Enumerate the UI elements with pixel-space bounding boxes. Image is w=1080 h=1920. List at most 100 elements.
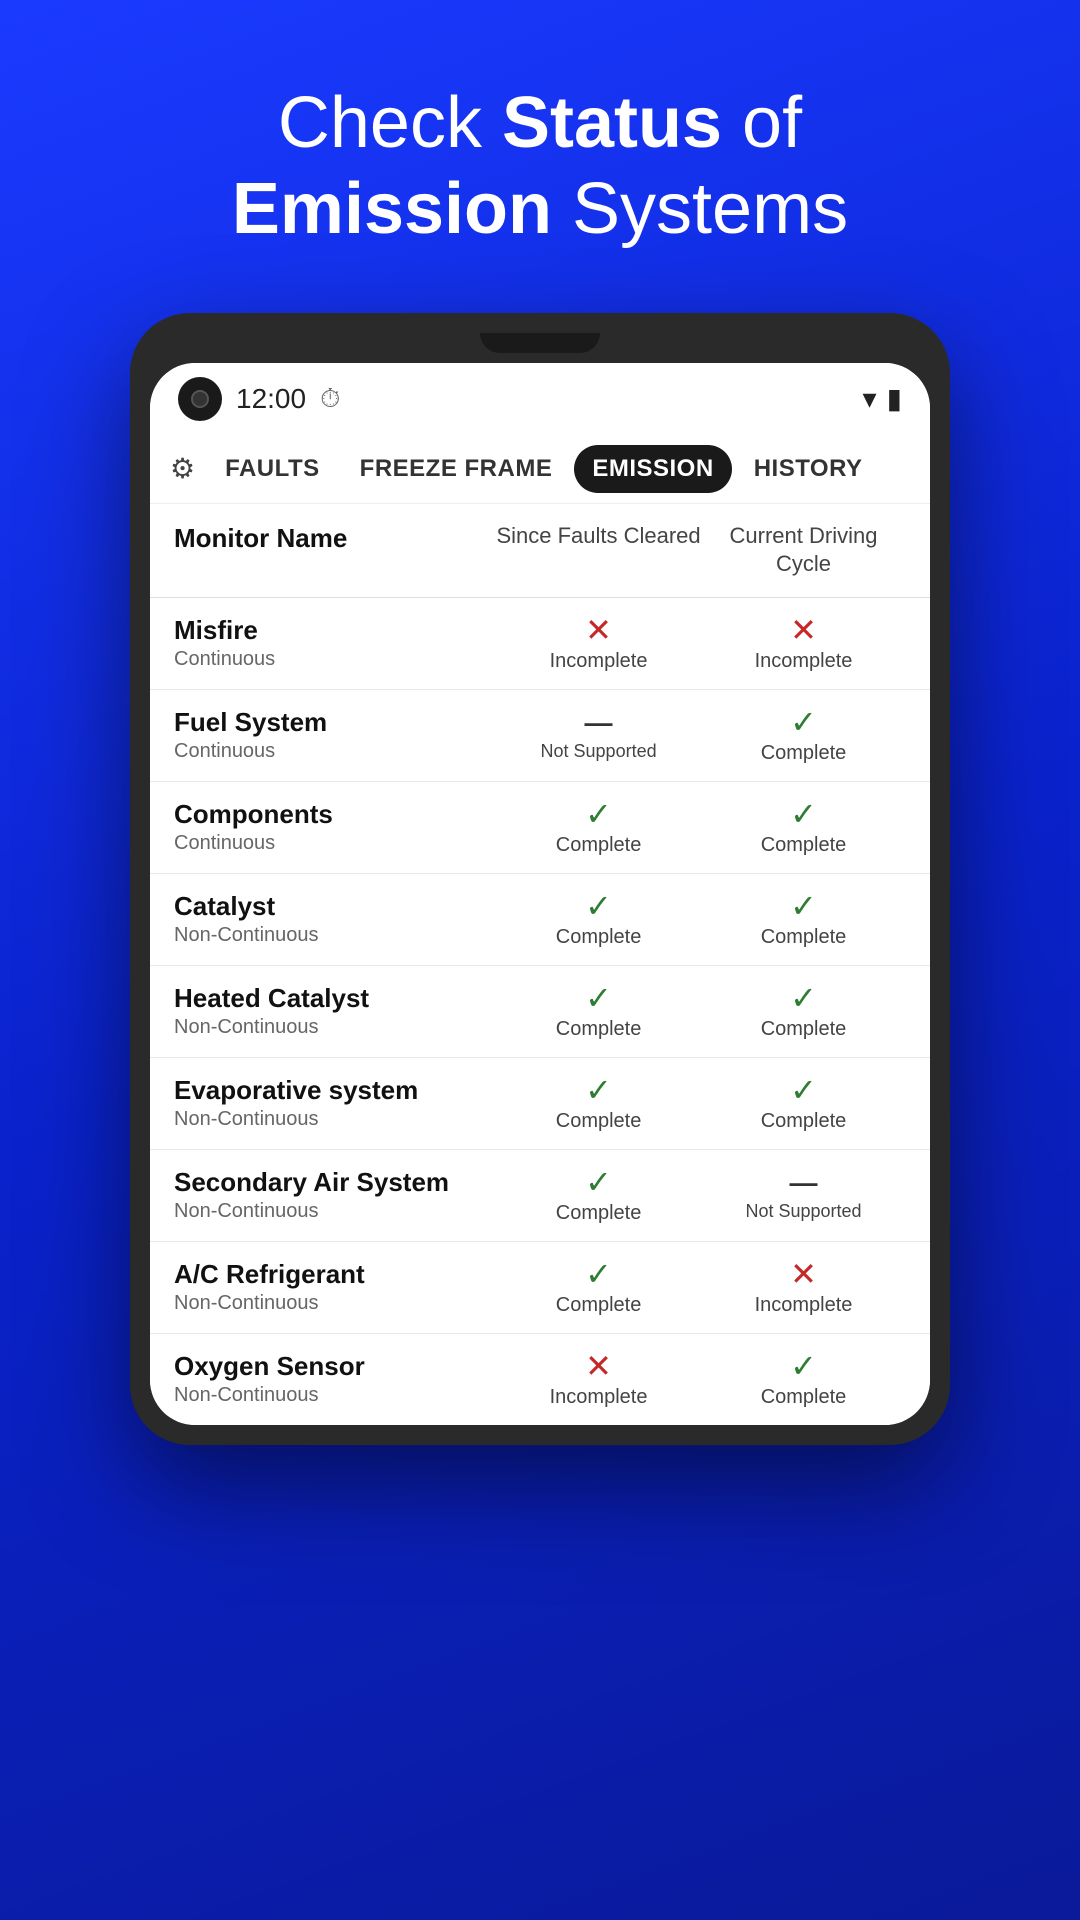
status-cell-driving-cycle: ✓ Complete	[701, 706, 906, 765]
status-label: Complete	[761, 926, 847, 949]
status-label: Complete	[761, 1018, 847, 1041]
status-cell-since-faults: ✓ Complete	[496, 1166, 701, 1225]
monitor-type: Non-Continuous	[174, 1292, 496, 1315]
complete-icon: ✓	[790, 890, 817, 922]
status-cell-driving-cycle: ✕ Incomplete	[701, 1258, 906, 1317]
status-cell-driving-cycle: ✓ Complete	[701, 890, 906, 949]
col-header-monitor: Monitor Name	[174, 522, 496, 579]
monitor-info: Fuel System Continuous	[174, 707, 496, 763]
phone-mockup: 12:00 ⏱ ▾ ▮ ⚙ Faults Freeze Frame Emissi…	[130, 313, 950, 1445]
table-header: Monitor Name Since Faults Cleared Curren…	[150, 504, 930, 598]
complete-icon: ✓	[585, 982, 612, 1014]
status-cell-since-faults: ✓ Complete	[496, 890, 701, 949]
table-row: Heated Catalyst Non-Continuous ✓ Complet…	[150, 966, 930, 1058]
phone-notch	[480, 333, 600, 353]
status-cell-driving-cycle: — Not Supported	[701, 1169, 906, 1222]
status-cell-driving-cycle: ✓ Complete	[701, 1074, 906, 1133]
hero-section: Check Status of Emission Systems	[172, 0, 908, 313]
monitor-name: Oxygen Sensor	[174, 1351, 496, 1382]
monitor-type: Continuous	[174, 740, 496, 763]
monitor-info: Components Continuous	[174, 799, 496, 855]
monitor-name: Misfire	[174, 615, 496, 646]
status-bar-left: 12:00 ⏱	[178, 377, 340, 421]
monitor-name: A/C Refrigerant	[174, 1259, 496, 1290]
complete-icon: ✓	[790, 706, 817, 738]
status-cell-since-faults: ✓ Complete	[496, 1258, 701, 1317]
tab-emission[interactable]: Emission	[574, 445, 731, 493]
incomplete-icon: ✕	[790, 614, 817, 646]
tab-freeze-frame[interactable]: Freeze Frame	[342, 445, 571, 493]
status-cell-since-faults: — Not Supported	[496, 709, 701, 762]
monitor-info: Heated Catalyst Non-Continuous	[174, 983, 496, 1039]
monitor-info: Secondary Air System Non-Continuous	[174, 1167, 496, 1223]
obd-icon: ⚙	[170, 452, 195, 485]
table-row: Components Continuous ✓ Complete ✓ Compl…	[150, 782, 930, 874]
monitor-info: Evaporative system Non-Continuous	[174, 1075, 496, 1131]
monitor-type: Continuous	[174, 832, 496, 855]
status-cell-since-faults: ✓ Complete	[496, 982, 701, 1041]
complete-icon: ✓	[790, 982, 817, 1014]
status-label: Incomplete	[755, 650, 853, 673]
status-bar-right: ▾ ▮	[863, 382, 902, 415]
status-cell-driving-cycle: ✓ Complete	[701, 798, 906, 857]
alarm-icon: ⏱	[320, 383, 340, 415]
status-cell-since-faults: ✕ Incomplete	[496, 1350, 701, 1409]
monitor-type: Non-Continuous	[174, 924, 496, 947]
incomplete-icon: ✕	[790, 1258, 817, 1290]
table-row: Secondary Air System Non-Continuous ✓ Co…	[150, 1150, 930, 1242]
status-label: Complete	[556, 1018, 642, 1041]
emission-table: Monitor Name Since Faults Cleared Curren…	[150, 504, 930, 1425]
status-label: Not Supported	[541, 741, 657, 762]
camera-icon	[178, 377, 222, 421]
not-supported-icon: —	[585, 709, 613, 737]
table-row: Evaporative system Non-Continuous ✓ Comp…	[150, 1058, 930, 1150]
status-cell-driving-cycle: ✓ Complete	[701, 1350, 906, 1409]
tab-history[interactable]: History	[736, 445, 881, 493]
table-row: Oxygen Sensor Non-Continuous ✕ Incomplet…	[150, 1334, 930, 1425]
status-label: Complete	[556, 926, 642, 949]
monitor-type: Continuous	[174, 648, 496, 671]
status-label: Incomplete	[550, 1386, 648, 1409]
monitor-type: Non-Continuous	[174, 1016, 496, 1039]
monitor-type: Non-Continuous	[174, 1200, 496, 1223]
monitor-name: Components	[174, 799, 496, 830]
monitor-info: Oxygen Sensor Non-Continuous	[174, 1351, 496, 1407]
tab-faults[interactable]: Faults	[207, 445, 338, 493]
table-row: Catalyst Non-Continuous ✓ Complete ✓ Com…	[150, 874, 930, 966]
monitor-type: Non-Continuous	[174, 1108, 496, 1131]
status-label: Incomplete	[755, 1294, 853, 1317]
status-cell-since-faults: ✓ Complete	[496, 1074, 701, 1133]
hero-highlight-emission: Emission	[232, 169, 552, 249]
status-label: Complete	[556, 834, 642, 857]
status-label: Complete	[761, 834, 847, 857]
complete-icon: ✓	[790, 798, 817, 830]
status-label: Complete	[556, 1294, 642, 1317]
status-bar: 12:00 ⏱ ▾ ▮	[150, 363, 930, 435]
status-label: Incomplete	[550, 650, 648, 673]
col-header-driving-cycle: Current Driving Cycle	[701, 522, 906, 579]
status-label: Complete	[556, 1110, 642, 1133]
monitor-type: Non-Continuous	[174, 1384, 496, 1407]
complete-icon: ✓	[790, 1074, 817, 1106]
incomplete-icon: ✕	[585, 1350, 612, 1382]
not-supported-icon: —	[790, 1169, 818, 1197]
phone-screen: 12:00 ⏱ ▾ ▮ ⚙ Faults Freeze Frame Emissi…	[150, 363, 930, 1425]
nav-tabs: ⚙ Faults Freeze Frame Emission History	[150, 435, 930, 504]
status-label: Complete	[761, 1386, 847, 1409]
status-label: Complete	[761, 1110, 847, 1133]
status-label: Complete	[761, 742, 847, 765]
time-display: 12:00	[236, 383, 306, 415]
monitor-info: A/C Refrigerant Non-Continuous	[174, 1259, 496, 1315]
wifi-icon: ▾	[863, 382, 877, 415]
complete-icon: ✓	[585, 890, 612, 922]
col-header-since-faults: Since Faults Cleared	[496, 522, 701, 579]
monitor-name: Heated Catalyst	[174, 983, 496, 1014]
monitor-name: Fuel System	[174, 707, 496, 738]
incomplete-icon: ✕	[585, 614, 612, 646]
status-label: Not Supported	[745, 1201, 861, 1222]
battery-icon: ▮	[887, 382, 902, 415]
complete-icon: ✓	[585, 1258, 612, 1290]
complete-icon: ✓	[585, 798, 612, 830]
monitor-info: Catalyst Non-Continuous	[174, 891, 496, 947]
monitor-name: Secondary Air System	[174, 1167, 496, 1198]
